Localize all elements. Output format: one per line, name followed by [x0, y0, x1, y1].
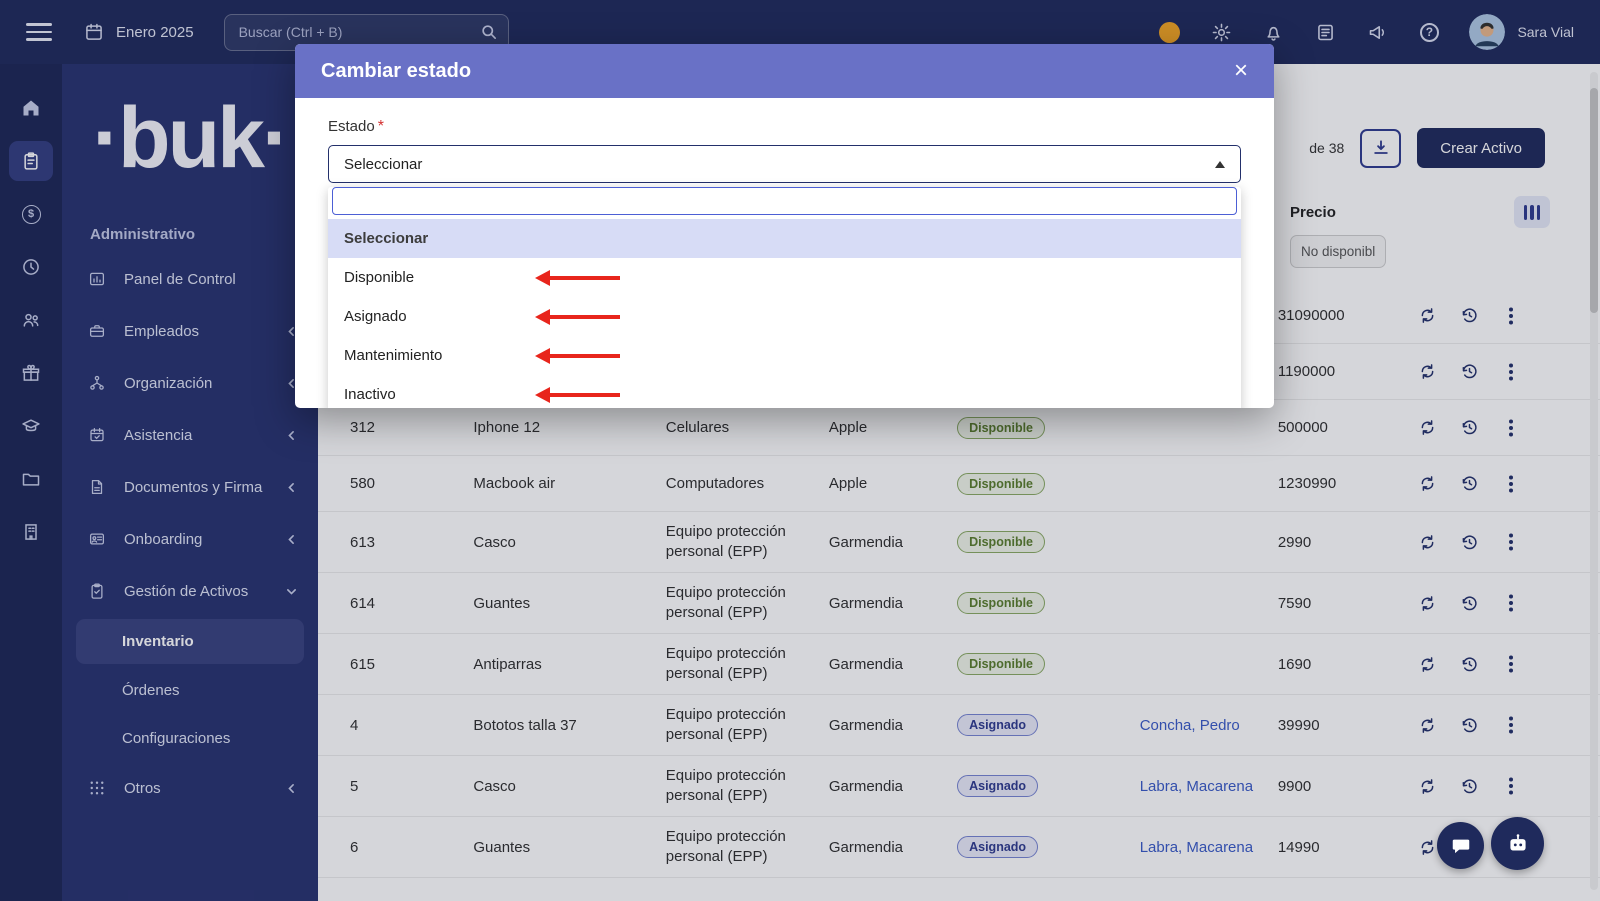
dropdown-option-asignado[interactable]: Asignado — [328, 297, 1241, 336]
estado-select[interactable]: Seleccionar — [328, 145, 1241, 183]
estado-dropdown: Seleccionar Disponible Asignado Mantenim… — [328, 187, 1241, 408]
option-label: Seleccionar — [344, 230, 428, 247]
annotation-arrow-icon — [550, 393, 620, 398]
close-icon[interactable]: × — [1234, 59, 1248, 83]
dropdown-option-inactivo[interactable]: Inactivo — [328, 375, 1241, 408]
option-label: Mantenimiento — [344, 347, 442, 364]
annotation-arrow-icon — [550, 315, 620, 320]
dropdown-option-seleccionar[interactable]: Seleccionar — [328, 219, 1241, 258]
modal-header: Cambiar estado × — [295, 44, 1274, 98]
annotation-arrow-icon — [550, 276, 620, 281]
option-label: Asignado — [344, 308, 407, 325]
dropdown-option-disponible[interactable]: Disponible — [328, 258, 1241, 297]
option-label: Disponible — [344, 269, 414, 286]
estado-select-value: Seleccionar — [344, 156, 422, 173]
change-status-modal: Cambiar estado × Estado* Seleccionar Sel… — [295, 44, 1274, 408]
option-label: Inactivo — [344, 386, 396, 403]
modal-body: Estado* Seleccionar Seleccionar Disponib… — [295, 98, 1274, 408]
modal-title: Cambiar estado — [321, 60, 471, 83]
dropdown-search-input[interactable] — [332, 187, 1237, 215]
field-label-text: Estado — [328, 118, 375, 135]
estado-field-label: Estado* — [328, 118, 1241, 136]
dropdown-option-mantenimiento[interactable]: Mantenimiento — [328, 336, 1241, 375]
required-asterisk: * — [378, 118, 384, 135]
chevron-up-icon — [1215, 161, 1225, 168]
assistant-bot-button[interactable] — [1491, 817, 1544, 870]
annotation-arrow-icon — [550, 354, 620, 359]
chat-bubble-button[interactable] — [1437, 822, 1484, 869]
